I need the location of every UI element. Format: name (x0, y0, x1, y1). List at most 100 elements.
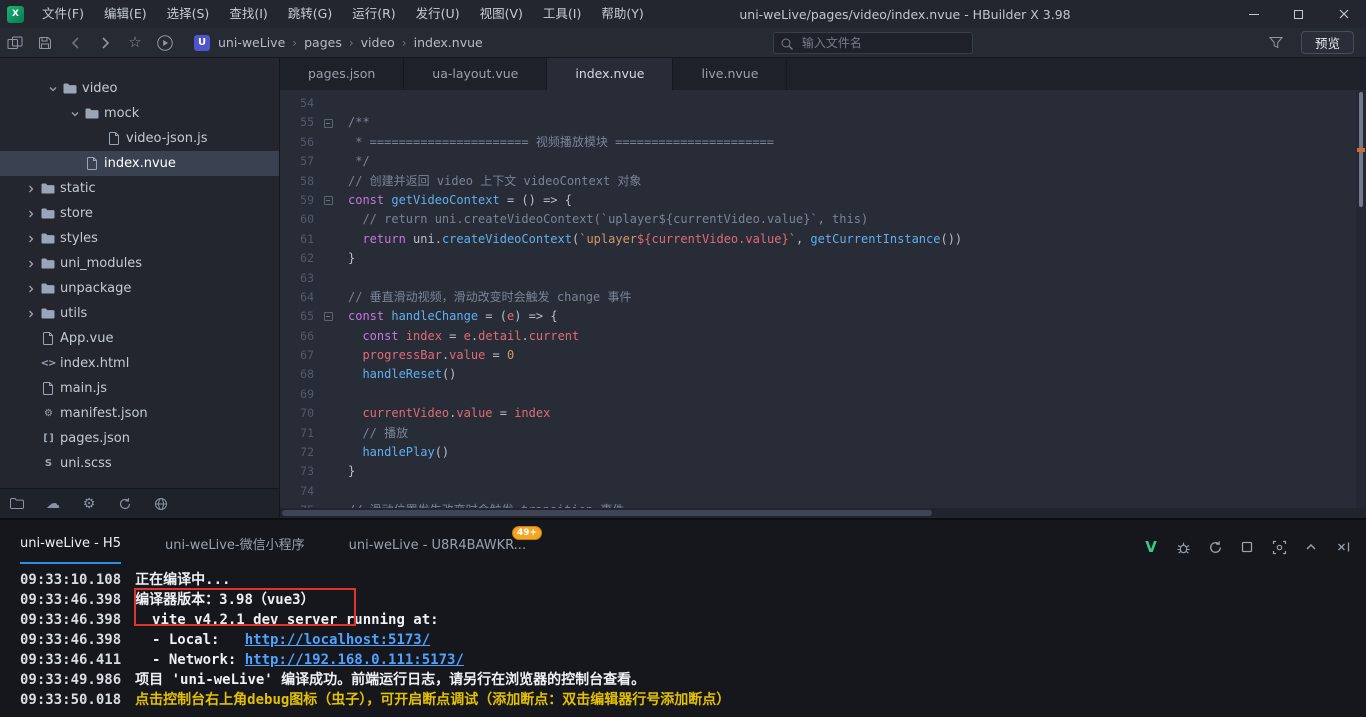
minimize-icon[interactable] (1231, 0, 1276, 28)
tree-item-video-json.js[interactable]: video-json.js (0, 126, 279, 151)
back-icon[interactable] (60, 28, 90, 58)
chevron-down-icon[interactable] (68, 110, 82, 118)
line-number[interactable]: 70 (280, 404, 320, 423)
code-line[interactable]: 55−/** (280, 113, 1366, 132)
tree-item-main.js[interactable]: main.js (0, 376, 279, 401)
menu-item[interactable]: 跳转(G) (278, 0, 342, 28)
breadcrumb-item[interactable]: video (359, 35, 397, 50)
fold-marker-icon[interactable]: − (320, 113, 336, 132)
horizontal-scrollbar-thumb[interactable] (282, 510, 932, 516)
code-line[interactable]: 66 const index = e.detail.current (280, 327, 1366, 346)
code-line[interactable]: 58 // 创建并返回 video 上下文 videoContext 对象 (280, 172, 1366, 191)
console-tab-uni-weLive - H5[interactable]: uni-weLive - H5 (20, 536, 121, 564)
line-number[interactable]: 55 (280, 113, 320, 132)
tree-item-video[interactable]: video (0, 76, 279, 101)
chevron-right-icon[interactable] (24, 235, 38, 243)
breadcrumb-item[interactable]: uni-weLive (216, 35, 287, 50)
menu-item[interactable]: 文件(F) (32, 0, 94, 28)
chevron-right-icon[interactable] (24, 185, 38, 193)
code-line[interactable]: 68 handleReset() (280, 365, 1366, 384)
console-output[interactable]: 09:33:10.108 正在编译中... 09:33:46.398 编译器版本：3.… (0, 564, 1366, 717)
tree-item-uni_modules[interactable]: uni_modules (0, 251, 279, 276)
code-line[interactable]: 61 return uni.createVideoContext(`uplaye… (280, 230, 1366, 249)
star-icon[interactable]: ☆ (120, 28, 150, 58)
line-number[interactable]: 58 (280, 172, 320, 191)
menu-item[interactable]: 编辑(E) (94, 0, 157, 28)
cloud-icon[interactable]: ☁ (44, 496, 62, 512)
chevron-down-icon[interactable] (46, 85, 60, 93)
filter-icon[interactable] (1261, 28, 1291, 58)
console-tab-uni-weLive-微信小程序[interactable]: uni-weLive-微信小程序 (165, 534, 305, 564)
log-link[interactable]: http://192.168.0.111:5173/ (245, 652, 464, 668)
code-line[interactable]: 69 (280, 385, 1366, 404)
globe-icon[interactable] (152, 497, 170, 511)
code-line[interactable]: 70 currentVideo.value = index (280, 404, 1366, 423)
chevron-right-icon[interactable] (24, 310, 38, 318)
editor-tab-ua-layout.vue[interactable]: ua-layout.vue (404, 58, 548, 90)
code-line[interactable]: 59− const getVideoContext = () => { (280, 191, 1366, 210)
line-number[interactable]: 62 (280, 249, 320, 268)
chevron-right-icon[interactable] (24, 285, 38, 293)
line-number[interactable]: 73 (280, 462, 320, 481)
code-line[interactable]: 74 (280, 482, 1366, 501)
refresh-icon[interactable] (116, 497, 134, 511)
line-number[interactable]: 63 (280, 269, 320, 288)
line-number[interactable]: 57 (280, 152, 320, 171)
line-number[interactable]: 67 (280, 346, 320, 365)
line-number[interactable]: 65 (280, 307, 320, 326)
line-number[interactable]: 56 (280, 133, 320, 152)
line-number[interactable]: 69 (280, 385, 320, 404)
code-line[interactable]: 57 */ (280, 152, 1366, 171)
code-line[interactable]: 56 * ====================== 视频播放模块 =====… (280, 133, 1366, 152)
project-icon[interactable]: U (194, 34, 210, 51)
debug-bug-icon[interactable] (1174, 538, 1192, 556)
forward-icon[interactable] (90, 28, 120, 58)
menu-item[interactable]: 运行(R) (342, 0, 405, 28)
vertical-scrollbar[interactable] (1356, 90, 1366, 508)
tree-item-unpackage[interactable]: unpackage (0, 276, 279, 301)
editor-tab-index.nvue[interactable]: index.nvue (547, 58, 674, 90)
editor-tab-live.nvue[interactable]: live.nvue (673, 58, 788, 90)
stop-icon[interactable] (1238, 538, 1256, 556)
menu-item[interactable]: 查找(I) (219, 0, 277, 28)
line-number[interactable]: 61 (280, 230, 320, 249)
menu-item[interactable]: 发行(U) (406, 0, 470, 28)
code-area[interactable]: 54 55−/** 56 * ====================== 视频播放… (280, 90, 1366, 508)
line-number[interactable]: 68 (280, 365, 320, 384)
breadcrumb-item[interactable]: pages (302, 35, 344, 50)
code-line[interactable]: 60 // return uni.createVideoContext(`upl… (280, 210, 1366, 229)
line-number[interactable]: 74 (280, 482, 320, 501)
tree-item-styles[interactable]: styles (0, 226, 279, 251)
horizontal-scrollbar[interactable] (280, 508, 1366, 518)
code-line[interactable]: 65− const handleChange = (e) => { (280, 307, 1366, 326)
tree-item-index.html[interactable]: <> index.html (0, 351, 279, 376)
line-number[interactable]: 66 (280, 327, 320, 346)
code-line[interactable]: 62} (280, 249, 1366, 268)
line-number[interactable]: 59 (280, 191, 320, 210)
tree-item-store[interactable]: store (0, 201, 279, 226)
line-number[interactable]: 54 (280, 94, 320, 113)
settings-icon[interactable]: ⚙ (80, 496, 98, 512)
code-line[interactable]: 63 (280, 269, 1366, 288)
preview-button[interactable]: 预览 (1300, 31, 1354, 54)
menu-item[interactable]: 工具(I) (533, 0, 591, 28)
code-line[interactable]: 54 (280, 94, 1366, 113)
menu-item[interactable]: 视图(V) (470, 0, 533, 28)
save-icon[interactable] (30, 28, 60, 58)
tree-item-index.nvue[interactable]: index.nvue (0, 151, 279, 176)
tree-item-pages.json[interactable]: [ ] pages.json (0, 426, 279, 451)
code-line[interactable]: 64 // 垂直滑动视频，滑动改变时会触发 change 事件 (280, 288, 1366, 307)
tree-item-utils[interactable]: utils (0, 301, 279, 326)
tree-item-mock[interactable]: mock (0, 101, 279, 126)
menu-item[interactable]: 选择(S) (157, 0, 220, 28)
fold-marker-icon[interactable]: − (320, 191, 336, 210)
tree-item-manifest.json[interactable]: ⚙ manifest.json (0, 401, 279, 426)
line-number[interactable]: 71 (280, 424, 320, 443)
line-number[interactable]: 72 (280, 443, 320, 462)
run-icon[interactable] (150, 28, 180, 58)
restart-icon[interactable] (1206, 538, 1224, 556)
tree-item-App.vue[interactable]: App.vue (0, 326, 279, 351)
line-number[interactable]: 64 (280, 288, 320, 307)
chevron-right-icon[interactable] (24, 260, 38, 268)
tree-item-uni.scss[interactable]: Suni.scss (0, 451, 279, 476)
